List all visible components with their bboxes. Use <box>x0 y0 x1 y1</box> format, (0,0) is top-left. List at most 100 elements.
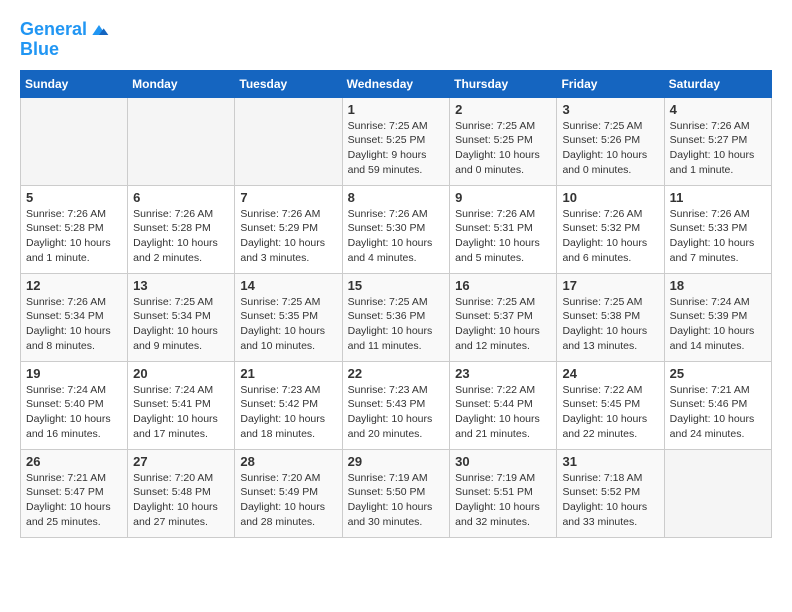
calendar-cell: 15 Sunrise: 7:25 AMSunset: 5:36 PMDayligh… <box>342 273 450 361</box>
calendar-cell: 26Sunrise: 7:21 AMSunset: 5:47 PMDayligh… <box>21 449 128 537</box>
weekday-header-saturday: Saturday <box>664 70 771 97</box>
day-info: Sunrise: 7:26 AMSunset: 5:28 PMDaylight:… <box>133 207 229 266</box>
calendar-cell: 5 Sunrise: 7:26 AMSunset: 5:28 PMDaylight… <box>21 185 128 273</box>
calendar-week-row: 26Sunrise: 7:21 AMSunset: 5:47 PMDayligh… <box>21 449 772 537</box>
calendar-cell: 22 Sunrise: 7:23 AMSunset: 5:43 PMDayligh… <box>342 361 450 449</box>
day-info: Sunrise: 7:23 AMSunset: 5:42 PMDaylight:… <box>240 383 336 442</box>
calendar-week-row: 1Sunrise: 7:25 AMSunset: 5:25 PMDaylight… <box>21 97 772 185</box>
day-info: Sunrise: 7:20 AMSunset: 5:48 PMDaylight:… <box>133 471 229 530</box>
day-number: 27 <box>133 454 229 469</box>
weekday-header-wednesday: Wednesday <box>342 70 450 97</box>
day-info: Sunrise: 7:25 AMSunset: 5:36 PMDaylight:… <box>348 295 445 354</box>
day-info: Sunrise: 7:25 AMSunset: 5:26 PMDaylight:… <box>562 119 658 178</box>
day-number: 23 <box>455 366 551 381</box>
day-info: Sunrise: 7:24 AMSunset: 5:40 PMDaylight:… <box>26 383 122 442</box>
weekday-header-tuesday: Tuesday <box>235 70 342 97</box>
calendar-cell: 10Sunrise: 7:26 AMSunset: 5:32 PMDayligh… <box>557 185 664 273</box>
day-number: 20 <box>133 366 229 381</box>
calendar-cell: 29Sunrise: 7:19 AMSunset: 5:50 PMDayligh… <box>342 449 450 537</box>
day-number: 25 <box>670 366 766 381</box>
day-number: 8 <box>348 190 445 205</box>
day-number: 26 <box>26 454 122 469</box>
day-info: Sunrise: 7:22 AMSunset: 5:45 PMDaylight:… <box>562 383 658 442</box>
day-info: Sunrise: 7:26 AMSunset: 5:33 PMDaylight:… <box>670 207 766 266</box>
day-info: Sunrise: 7:26 AMSunset: 5:28 PMDaylight:… <box>26 207 122 266</box>
day-number: 31 <box>562 454 658 469</box>
logo-text-line1: General <box>20 20 87 40</box>
calendar-cell: 7Sunrise: 7:26 AMSunset: 5:29 PMDaylight… <box>235 185 342 273</box>
calendar-cell: 17Sunrise: 7:25 AMSunset: 5:38 PMDayligh… <box>557 273 664 361</box>
day-number: 17 <box>562 278 658 293</box>
day-info: Sunrise: 7:26 AMSunset: 5:32 PMDaylight:… <box>562 207 658 266</box>
calendar-cell: 16 Sunrise: 7:25 AMSunset: 5:37 PMDayligh… <box>450 273 557 361</box>
calendar-cell: 18 Sunrise: 7:24 AMSunset: 5:39 PMDayligh… <box>664 273 771 361</box>
calendar-cell: 8 Sunrise: 7:26 AMSunset: 5:30 PMDaylight… <box>342 185 450 273</box>
calendar-week-row: 5 Sunrise: 7:26 AMSunset: 5:28 PMDaylight… <box>21 185 772 273</box>
calendar-cell: 4 Sunrise: 7:26 AMSunset: 5:27 PMDaylight… <box>664 97 771 185</box>
calendar-cell: 13Sunrise: 7:25 AMSunset: 5:34 PMDayligh… <box>128 273 235 361</box>
day-number: 12 <box>26 278 122 293</box>
calendar-cell: 25 Sunrise: 7:21 AMSunset: 5:46 PMDayligh… <box>664 361 771 449</box>
calendar-cell: 27 Sunrise: 7:20 AMSunset: 5:48 PMDayligh… <box>128 449 235 537</box>
day-number: 16 <box>455 278 551 293</box>
day-number: 24 <box>562 366 658 381</box>
day-info: Sunrise: 7:20 AMSunset: 5:49 PMDaylight:… <box>240 471 336 530</box>
page-header: General Blue <box>20 20 772 60</box>
logo-text-line2: Blue <box>20 40 109 60</box>
day-number: 4 <box>670 102 766 117</box>
day-number: 5 <box>26 190 122 205</box>
weekday-header-sunday: Sunday <box>21 70 128 97</box>
calendar-cell: 23 Sunrise: 7:22 AMSunset: 5:44 PMDayligh… <box>450 361 557 449</box>
day-number: 7 <box>240 190 336 205</box>
calendar-cell: 2 Sunrise: 7:25 AMSunset: 5:25 PMDaylight… <box>450 97 557 185</box>
day-number: 21 <box>240 366 336 381</box>
day-number: 18 <box>670 278 766 293</box>
weekday-header-friday: Friday <box>557 70 664 97</box>
day-number: 11 <box>670 190 766 205</box>
calendar-cell: 3 Sunrise: 7:25 AMSunset: 5:26 PMDaylight… <box>557 97 664 185</box>
calendar-cell <box>664 449 771 537</box>
day-info: Sunrise: 7:25 AMSunset: 5:35 PMDaylight:… <box>240 295 336 354</box>
day-number: 2 <box>455 102 551 117</box>
calendar-cell: 6 Sunrise: 7:26 AMSunset: 5:28 PMDaylight… <box>128 185 235 273</box>
day-number: 28 <box>240 454 336 469</box>
calendar-cell: 30Sunrise: 7:19 AMSunset: 5:51 PMDayligh… <box>450 449 557 537</box>
calendar-cell: 20 Sunrise: 7:24 AMSunset: 5:41 PMDayligh… <box>128 361 235 449</box>
day-info: Sunrise: 7:18 AMSunset: 5:52 PMDaylight:… <box>562 471 658 530</box>
day-info: Sunrise: 7:21 AMSunset: 5:46 PMDaylight:… <box>670 383 766 442</box>
day-info: Sunrise: 7:25 AMSunset: 5:25 PMDaylight:… <box>455 119 551 178</box>
calendar-header-row: SundayMondayTuesdayWednesdayThursdayFrid… <box>21 70 772 97</box>
day-number: 6 <box>133 190 229 205</box>
day-info: Sunrise: 7:23 AMSunset: 5:43 PMDaylight:… <box>348 383 445 442</box>
day-info: Sunrise: 7:22 AMSunset: 5:44 PMDaylight:… <box>455 383 551 442</box>
day-number: 15 <box>348 278 445 293</box>
day-info: Sunrise: 7:24 AMSunset: 5:41 PMDaylight:… <box>133 383 229 442</box>
day-number: 30 <box>455 454 551 469</box>
calendar-week-row: 12 Sunrise: 7:26 AMSunset: 5:34 PMDayligh… <box>21 273 772 361</box>
day-info: Sunrise: 7:25 AMSunset: 5:25 PMDaylight:… <box>348 119 445 178</box>
calendar-cell: 9Sunrise: 7:26 AMSunset: 5:31 PMDaylight… <box>450 185 557 273</box>
day-info: Sunrise: 7:26 AMSunset: 5:31 PMDaylight:… <box>455 207 551 266</box>
calendar-cell <box>128 97 235 185</box>
day-number: 19 <box>26 366 122 381</box>
day-number: 22 <box>348 366 445 381</box>
calendar-table: SundayMondayTuesdayWednesdayThursdayFrid… <box>20 70 772 538</box>
day-info: Sunrise: 7:26 AMSunset: 5:30 PMDaylight:… <box>348 207 445 266</box>
calendar-cell: 12 Sunrise: 7:26 AMSunset: 5:34 PMDayligh… <box>21 273 128 361</box>
calendar-cell: 11 Sunrise: 7:26 AMSunset: 5:33 PMDayligh… <box>664 185 771 273</box>
day-number: 3 <box>562 102 658 117</box>
day-number: 13 <box>133 278 229 293</box>
calendar-cell: 28 Sunrise: 7:20 AMSunset: 5:49 PMDayligh… <box>235 449 342 537</box>
day-info: Sunrise: 7:26 AMSunset: 5:27 PMDaylight:… <box>670 119 766 178</box>
weekday-header-monday: Monday <box>128 70 235 97</box>
calendar-week-row: 19 Sunrise: 7:24 AMSunset: 5:40 PMDayligh… <box>21 361 772 449</box>
calendar-cell <box>21 97 128 185</box>
calendar-cell: 19 Sunrise: 7:24 AMSunset: 5:40 PMDayligh… <box>21 361 128 449</box>
day-info: Sunrise: 7:25 AMSunset: 5:37 PMDaylight:… <box>455 295 551 354</box>
day-info: Sunrise: 7:19 AMSunset: 5:50 PMDaylight:… <box>348 471 445 530</box>
logo: General Blue <box>20 20 109 60</box>
weekday-header-thursday: Thursday <box>450 70 557 97</box>
calendar-cell: 14Sunrise: 7:25 AMSunset: 5:35 PMDayligh… <box>235 273 342 361</box>
day-info: Sunrise: 7:24 AMSunset: 5:39 PMDaylight:… <box>670 295 766 354</box>
day-info: Sunrise: 7:26 AMSunset: 5:34 PMDaylight:… <box>26 295 122 354</box>
